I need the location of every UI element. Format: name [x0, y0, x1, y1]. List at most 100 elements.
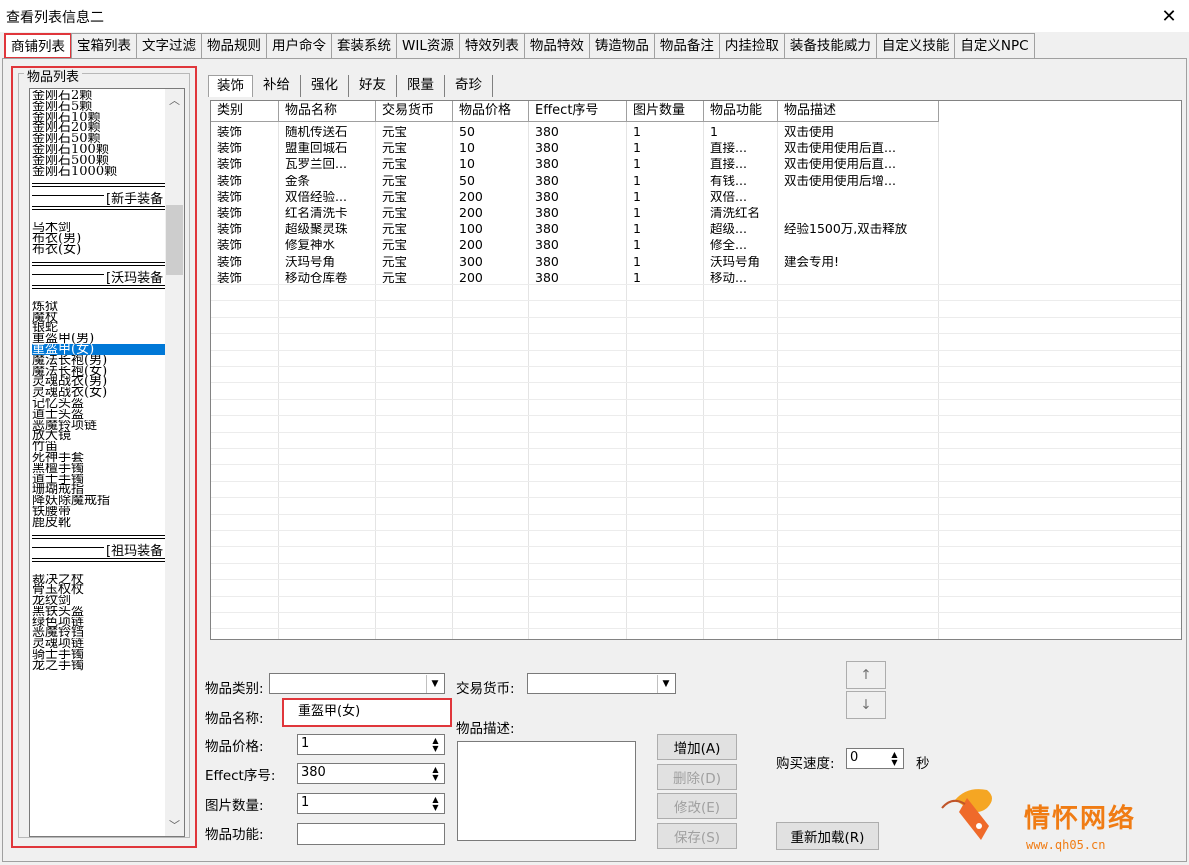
- grid-cell[interactable]: 200: [453, 207, 529, 218]
- grid-cell[interactable]: 1: [627, 207, 704, 218]
- main-tab-7[interactable]: WIL资源: [396, 33, 460, 59]
- spin-arrows-icon[interactable]: ▲ ▼: [428, 765, 443, 783]
- currency-select[interactable]: ▼: [527, 673, 676, 694]
- move-up-button[interactable]: ↑: [846, 661, 886, 689]
- column-header[interactable]: 类别: [211, 101, 279, 122]
- grid-cell[interactable]: 380: [529, 158, 627, 169]
- sub-tab-4[interactable]: 好友: [349, 75, 397, 97]
- grid-cell[interactable]: [778, 239, 939, 250]
- grid-cell[interactable]: 金条: [279, 175, 376, 186]
- main-tab-1[interactable]: 商铺列表: [4, 33, 72, 59]
- main-tab-14[interactable]: 自定义技能: [875, 33, 956, 59]
- grid-cell[interactable]: 装饰: [211, 207, 279, 218]
- column-header[interactable]: 物品描述: [778, 101, 939, 122]
- effect-stepper[interactable]: 380 ▲ ▼: [297, 763, 445, 784]
- shop-item-grid[interactable]: 类别 物品名称 交易货币 物品价格 Effect序号 图片数量 物品功能 物品描述 装饰 随机传送…: [210, 100, 1182, 640]
- grid-cell[interactable]: 10: [453, 158, 529, 169]
- grid-cell[interactable]: 沃玛号角: [704, 256, 778, 267]
- grid-cell[interactable]: 元宝: [376, 207, 453, 218]
- main-tab-11[interactable]: 物品备注: [653, 33, 720, 59]
- grid-cell[interactable]: 1: [627, 272, 704, 283]
- grid-cell[interactable]: 200: [453, 272, 529, 283]
- grid-cell[interactable]: 装饰: [211, 142, 279, 153]
- column-header[interactable]: 交易货币: [376, 101, 453, 122]
- grid-cell[interactable]: 380: [529, 191, 627, 202]
- grid-cell[interactable]: 380: [529, 126, 627, 137]
- reload-button[interactable]: 重新加载(R): [776, 822, 879, 850]
- grid-cell[interactable]: 1: [627, 223, 704, 234]
- grid-cell[interactable]: 380: [529, 175, 627, 186]
- grid-cell[interactable]: 双击使用: [778, 126, 939, 137]
- grid-cell[interactable]: [778, 191, 939, 202]
- move-down-button[interactable]: ↓: [846, 691, 886, 719]
- main-tab-9[interactable]: 物品特效: [523, 33, 590, 59]
- spin-arrows-icon[interactable]: ▲ ▼: [887, 750, 902, 768]
- function-input[interactable]: [297, 823, 445, 845]
- sub-tab-5[interactable]: 限量: [397, 75, 445, 97]
- grid-cell[interactable]: 1: [627, 256, 704, 267]
- grid-cell[interactable]: 双击使用使用后直...: [778, 142, 939, 153]
- delete-button[interactable]: 删除(D): [657, 764, 737, 790]
- grid-cell[interactable]: 380: [529, 256, 627, 267]
- main-tab-6[interactable]: 套装系统: [331, 33, 397, 59]
- grid-cell[interactable]: 装饰: [211, 239, 279, 250]
- grid-cell[interactable]: 元宝: [376, 158, 453, 169]
- grid-cell[interactable]: 瓦罗兰回...: [279, 158, 376, 169]
- grid-cell[interactable]: 装饰: [211, 126, 279, 137]
- grid-cell[interactable]: 元宝: [376, 191, 453, 202]
- grid-cell[interactable]: 双倍经验...: [279, 191, 376, 202]
- sub-tab-2[interactable]: 补给: [253, 75, 301, 97]
- grid-cell[interactable]: 10: [453, 142, 529, 153]
- main-tab-5[interactable]: 用户命令: [266, 33, 332, 59]
- grid-cell[interactable]: 直接...: [704, 158, 778, 169]
- grid-cell[interactable]: 红名清洗卡: [279, 207, 376, 218]
- grid-cell[interactable]: 修复神水: [279, 239, 376, 250]
- grid-cell[interactable]: 元宝: [376, 256, 453, 267]
- grid-cell[interactable]: 修全...: [704, 239, 778, 250]
- sub-tab-1[interactable]: 装饰: [208, 75, 253, 97]
- grid-cell[interactable]: 1: [627, 191, 704, 202]
- grid-cell[interactable]: 直接...: [704, 142, 778, 153]
- grid-cell[interactable]: 300: [453, 256, 529, 267]
- grid-cell[interactable]: 200: [453, 239, 529, 250]
- grid-cell[interactable]: 380: [529, 142, 627, 153]
- grid-cell[interactable]: 1: [627, 158, 704, 169]
- grid-cell[interactable]: 经验1500万,双击释放: [778, 223, 939, 234]
- grid-cell[interactable]: 装饰: [211, 223, 279, 234]
- grid-cell[interactable]: 装饰: [211, 175, 279, 186]
- grid-cell[interactable]: 1: [627, 239, 704, 250]
- grid-cell[interactable]: 超级聚灵珠: [279, 223, 376, 234]
- grid-cell[interactable]: 装饰: [211, 191, 279, 202]
- grid-cell[interactable]: 建会专用!: [778, 256, 939, 267]
- grid-cell[interactable]: 装饰: [211, 256, 279, 267]
- main-tab-10[interactable]: 铸造物品: [588, 33, 655, 59]
- grid-cell[interactable]: 50: [453, 175, 529, 186]
- main-tab-4[interactable]: 物品规则: [201, 33, 267, 59]
- grid-cell[interactable]: 有钱...: [704, 175, 778, 186]
- grid-cell[interactable]: 元宝: [376, 142, 453, 153]
- column-header[interactable]: 物品功能: [704, 101, 778, 122]
- grid-cell[interactable]: 双击使用使用后直...: [778, 158, 939, 169]
- sub-tab-6[interactable]: 奇珍: [445, 75, 493, 97]
- grid-cell[interactable]: [778, 207, 939, 218]
- grid-cell[interactable]: 200: [453, 191, 529, 202]
- grid-cell[interactable]: 元宝: [376, 223, 453, 234]
- main-tab-13[interactable]: 装备技能威力: [783, 33, 877, 59]
- modify-button[interactable]: 修改(E): [657, 793, 737, 819]
- name-input[interactable]: 重盔甲(女): [282, 698, 452, 727]
- grid-cell[interactable]: 沃玛号角: [279, 256, 376, 267]
- grid-cell[interactable]: [778, 272, 939, 283]
- add-button[interactable]: 增加(A): [657, 734, 737, 760]
- grid-cell[interactable]: 1: [704, 126, 778, 137]
- grid-cell[interactable]: 随机传送石: [279, 126, 376, 137]
- grid-cell[interactable]: 100: [453, 223, 529, 234]
- image-count-stepper[interactable]: 1 ▲ ▼: [297, 793, 445, 814]
- grid-cell[interactable]: 380: [529, 239, 627, 250]
- main-tab-15[interactable]: 自定义NPC: [954, 33, 1035, 59]
- grid-cell[interactable]: 装饰: [211, 272, 279, 283]
- grid-cell[interactable]: 元宝: [376, 272, 453, 283]
- price-stepper[interactable]: 1 ▲ ▼: [297, 734, 445, 755]
- main-tab-8[interactable]: 特效列表: [458, 33, 525, 59]
- grid-cell[interactable]: 1: [627, 175, 704, 186]
- grid-cell[interactable]: 移动仓库卷: [279, 272, 376, 283]
